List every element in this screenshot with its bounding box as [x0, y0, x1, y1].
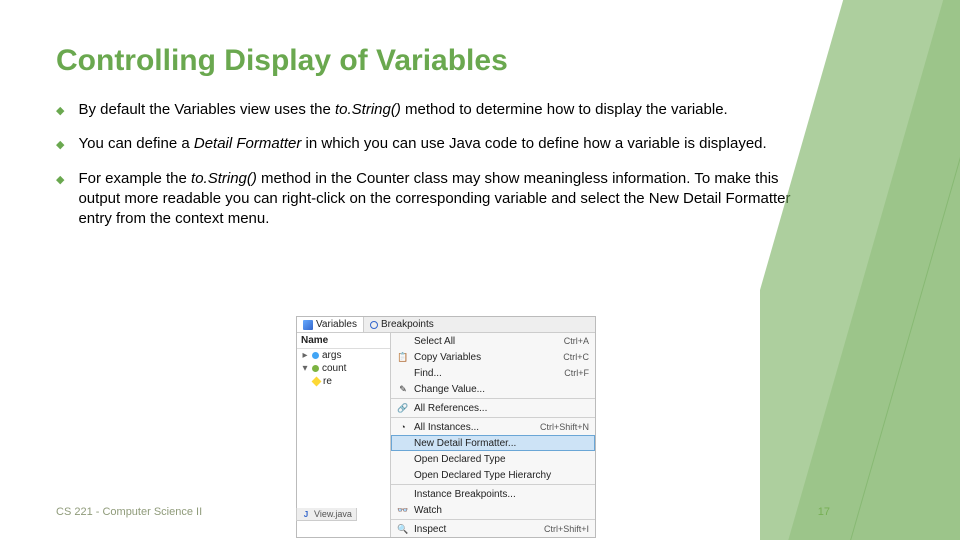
- menu-item-label: New Detail Formatter...: [414, 438, 584, 449]
- menu-item-icon: 🔍: [397, 523, 409, 535]
- menu-item-shortcut: Ctrl+Shift+I: [544, 524, 589, 534]
- footer-page-number: 17: [818, 506, 830, 518]
- menu-item-icon: [397, 367, 409, 379]
- menu-item-label: Instance Breakpoints...: [414, 489, 584, 500]
- bullet-text: You can define a Detail Formatter in whi…: [78, 134, 798, 154]
- tab-label: Breakpoints: [381, 319, 434, 330]
- menu-item-icon: [397, 335, 409, 347]
- bullet-marker-icon: ◆: [56, 104, 64, 119]
- tree-label: re: [323, 376, 332, 387]
- menu-separator: [391, 484, 595, 485]
- menu-item-icon: [397, 453, 409, 465]
- tab-variables[interactable]: Variables: [297, 317, 364, 332]
- menu-item-icon: 👓: [397, 504, 409, 516]
- bullet-marker-icon: ◆: [56, 138, 64, 153]
- menu-item[interactable]: Open Declared Type: [391, 451, 595, 467]
- embedded-screenshot: Variables Breakpoints Name ▸ args ▾ count …: [296, 316, 596, 538]
- tree-label: count: [322, 363, 346, 374]
- variables-icon: [303, 320, 313, 330]
- menu-item-shortcut: Ctrl+C: [563, 352, 589, 362]
- footer-course: CS 221 - Computer Science II: [56, 506, 202, 518]
- emphasis: to.String(): [335, 101, 401, 118]
- menu-separator: [391, 519, 595, 520]
- tab-label: Variables: [316, 319, 357, 330]
- menu-item[interactable]: 👓 Watch: [391, 502, 595, 518]
- java-file-icon: J: [301, 509, 311, 519]
- bullet-item: ◆ For example the to.String() method in …: [56, 169, 904, 230]
- menu-separator: [391, 417, 595, 418]
- menu-item[interactable]: Select All Ctrl+A: [391, 333, 595, 349]
- slide-decoration: [760, 0, 960, 540]
- variables-tree: Name ▸ args ▾ count re: [297, 333, 391, 537]
- bullet-list: ◆ By default the Variables view uses the…: [56, 100, 904, 229]
- bullet-item: ◆ You can define a Detail Formatter in w…: [56, 134, 904, 154]
- variable-icon: [312, 365, 319, 372]
- menu-separator: [391, 398, 595, 399]
- menu-item-icon: ◔: [397, 421, 409, 433]
- text: You can define a: [78, 135, 193, 152]
- tree-item[interactable]: re: [297, 375, 390, 388]
- menu-item[interactable]: ◔ All Instances... Ctrl+Shift+N: [391, 419, 595, 435]
- emphasis: Detail Formatter: [194, 135, 302, 152]
- tree-twisty-icon: ▾: [301, 363, 309, 374]
- menu-item-label: Watch: [414, 505, 584, 516]
- menu-item-shortcut: Ctrl+A: [564, 336, 589, 346]
- menu-item-label: Find...: [414, 368, 559, 379]
- text: in which you can use Java code to define…: [301, 135, 766, 152]
- menu-item-label: Copy Variables: [414, 352, 558, 363]
- variable-icon: [312, 352, 319, 359]
- menu-item-icon: 📋: [397, 351, 409, 363]
- menu-item[interactable]: Find... Ctrl+F: [391, 365, 595, 381]
- menu-item[interactable]: Instance Breakpoints...: [391, 486, 595, 502]
- menu-item-label: All Instances...: [414, 422, 535, 433]
- tree-item[interactable]: ▸ args: [297, 349, 390, 362]
- menu-item-icon: [397, 488, 409, 500]
- text: method to determine how to display the v…: [401, 101, 728, 118]
- menu-item-shortcut: Ctrl+F: [564, 368, 589, 378]
- bullet-item: ◆ By default the Variables view uses the…: [56, 100, 904, 120]
- menu-item-icon: [397, 469, 409, 481]
- menu-item-label: Inspect: [414, 524, 539, 535]
- menu-item-shortcut: Ctrl+Shift+N: [540, 422, 589, 432]
- emphasis: to.String(): [191, 170, 257, 187]
- menu-item-icon: 🔗: [397, 402, 409, 414]
- menu-item[interactable]: 🔍 Inspect Ctrl+Shift+I: [391, 521, 595, 537]
- context-menu: Select All Ctrl+A 📋 Copy Variables Ctrl+C Fin…: [391, 333, 595, 537]
- menu-item[interactable]: 📋 Copy Variables Ctrl+C: [391, 349, 595, 365]
- menu-item-label: Select All: [414, 336, 559, 347]
- menu-item-icon: ✎: [397, 383, 409, 395]
- slide-title: Controlling Display of Variables: [56, 44, 904, 78]
- text: By default the Variables view uses the: [78, 101, 335, 118]
- breakpoints-icon: [370, 321, 378, 329]
- tree-item[interactable]: ▾ count: [297, 362, 390, 375]
- view-tabs: Variables Breakpoints: [297, 317, 595, 333]
- bullet-text: By default the Variables view uses the t…: [78, 100, 798, 120]
- tree-header: Name: [297, 333, 390, 349]
- slide: Controlling Display of Variables ◆ By de…: [0, 0, 960, 540]
- variable-icon: [312, 377, 322, 387]
- menu-item-label: All References...: [414, 403, 584, 414]
- tab-breakpoints[interactable]: Breakpoints: [364, 317, 440, 332]
- editor-tab[interactable]: J View.java: [296, 508, 357, 521]
- menu-item[interactable]: 🔗 All References...: [391, 400, 595, 416]
- editor-tab-label: View.java: [314, 509, 352, 519]
- bullet-text: For example the to.String() method in th…: [78, 169, 798, 230]
- variables-pane: Name ▸ args ▾ count re Select All Ctrl+A 📋 Co…: [297, 333, 595, 537]
- menu-item[interactable]: Open Declared Type Hierarchy: [391, 467, 595, 483]
- text: For example the: [78, 170, 191, 187]
- menu-item-icon: [397, 437, 409, 449]
- menu-item[interactable]: ✎ Change Value...: [391, 381, 595, 397]
- menu-item[interactable]: New Detail Formatter...: [391, 435, 595, 451]
- menu-item-label: Open Declared Type: [414, 454, 584, 465]
- tree-twisty-icon: ▸: [301, 350, 309, 361]
- menu-item-label: Change Value...: [414, 384, 584, 395]
- menu-item-label: Open Declared Type Hierarchy: [414, 470, 584, 481]
- bullet-marker-icon: ◆: [56, 173, 64, 188]
- tree-label: args: [322, 350, 341, 361]
